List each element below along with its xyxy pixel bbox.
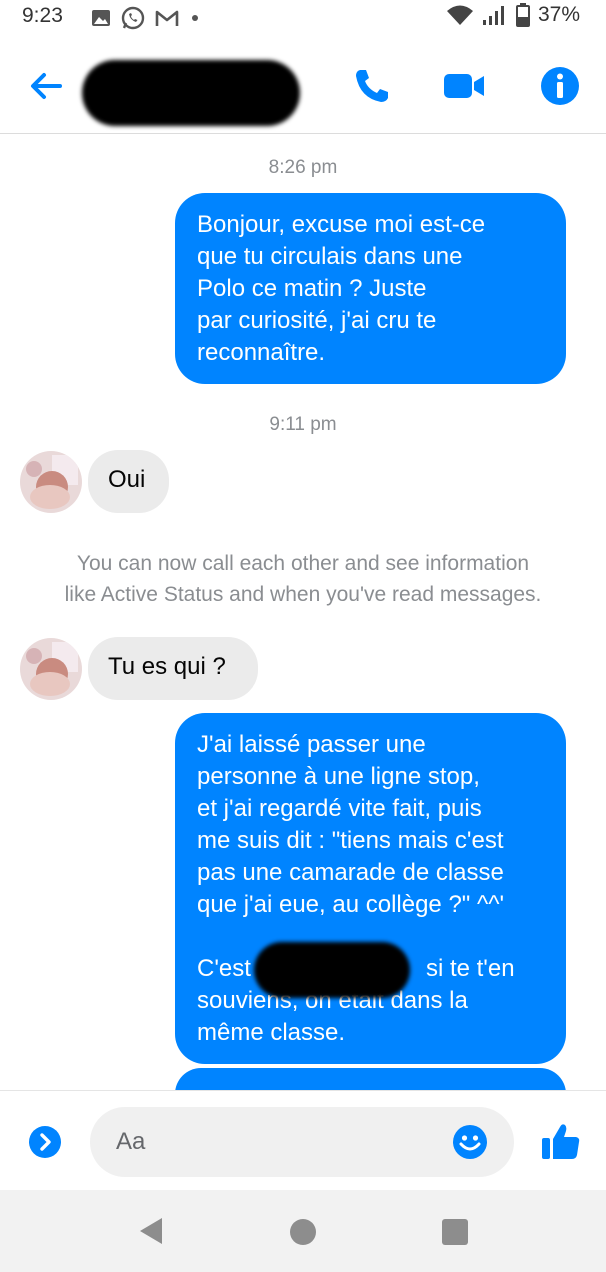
contact-avatar[interactable]: [20, 451, 82, 513]
message-line: J'ai laissé passer une: [197, 731, 426, 758]
contact-name-redacted[interactable]: [82, 60, 300, 126]
message-line: que j'ai eue, au collège ?" ^^': [197, 891, 505, 918]
system-notice-line: like Active Status and when you've read …: [64, 583, 542, 606]
outgoing-message[interactable]: Bonjour, excuse moi est-ce que tu circul…: [175, 193, 566, 384]
message-timestamp: 9:11 pm: [269, 414, 337, 435]
wifi-icon: [446, 5, 473, 25]
info-icon[interactable]: [538, 64, 582, 108]
message-timestamp: 8:26 pm: [268, 157, 338, 178]
conversation-header: [0, 34, 606, 134]
message-composer: [0, 1090, 606, 1190]
message-line: reconnaître.: [197, 339, 326, 366]
nav-back-icon[interactable]: [138, 1216, 164, 1246]
dot-icon: [192, 15, 198, 21]
signal-icon: [482, 6, 504, 25]
video-camera-icon[interactable]: [442, 64, 486, 108]
whatsapp-icon: [121, 6, 145, 30]
battery-icon: [515, 3, 530, 27]
message-input-container[interactable]: [90, 1107, 514, 1177]
message-line: par curiosité, j'ai cru te: [197, 307, 437, 334]
message-line: pas une camarade de classe: [197, 859, 504, 886]
message-text: Oui: [108, 466, 146, 493]
system-notice-line: You can now call each other and see info…: [76, 552, 530, 575]
message-line: personne à une ligne stop,: [197, 763, 480, 790]
nav-recents-icon[interactable]: [442, 1219, 468, 1245]
message-line: même classe.: [197, 1019, 346, 1046]
thumbs-up-icon[interactable]: [540, 1121, 582, 1161]
incoming-message[interactable]: Oui: [88, 450, 169, 513]
avatar-image: [20, 638, 82, 700]
redaction-blob: [82, 60, 300, 126]
gmail-icon: [155, 10, 179, 26]
incoming-message[interactable]: Tu es qui ?: [88, 637, 258, 700]
expand-chevron-icon[interactable]: [28, 1125, 62, 1159]
message-line: et j'ai regardé vite fait, puis: [197, 795, 482, 822]
status-bar: 9:23 37%: [0, 0, 606, 34]
redaction-blob: [254, 942, 410, 998]
message-input[interactable]: [116, 1107, 436, 1177]
nav-home-icon[interactable]: [290, 1219, 316, 1245]
back-arrow-icon[interactable]: [26, 66, 66, 106]
contact-avatar[interactable]: [20, 638, 82, 700]
battery-percent: 37%: [537, 3, 580, 26]
message-line: Bonjour, excuse moi est-ce: [197, 211, 486, 238]
image-icon: [92, 10, 110, 26]
message-line-start: C'est: [197, 955, 251, 982]
outgoing-message[interactable]: J'ai laissé passer une personne à une li…: [175, 713, 566, 1064]
android-nav-bar: [0, 1190, 606, 1272]
message-line: que tu circulais dans une: [197, 243, 463, 270]
system-notice: You can now call each other and see info…: [0, 548, 606, 610]
phone-icon[interactable]: [350, 64, 394, 108]
status-time: 9:23: [22, 4, 63, 27]
emoji-icon[interactable]: [452, 1124, 488, 1160]
message-line-tail: si te t'en: [425, 955, 515, 982]
message-line: Polo ce matin ? Juste: [197, 275, 427, 302]
message-text: Tu es qui ?: [108, 653, 226, 680]
avatar-image: [20, 451, 82, 513]
message-line: me suis dit : "tiens mais c'est: [197, 827, 504, 854]
